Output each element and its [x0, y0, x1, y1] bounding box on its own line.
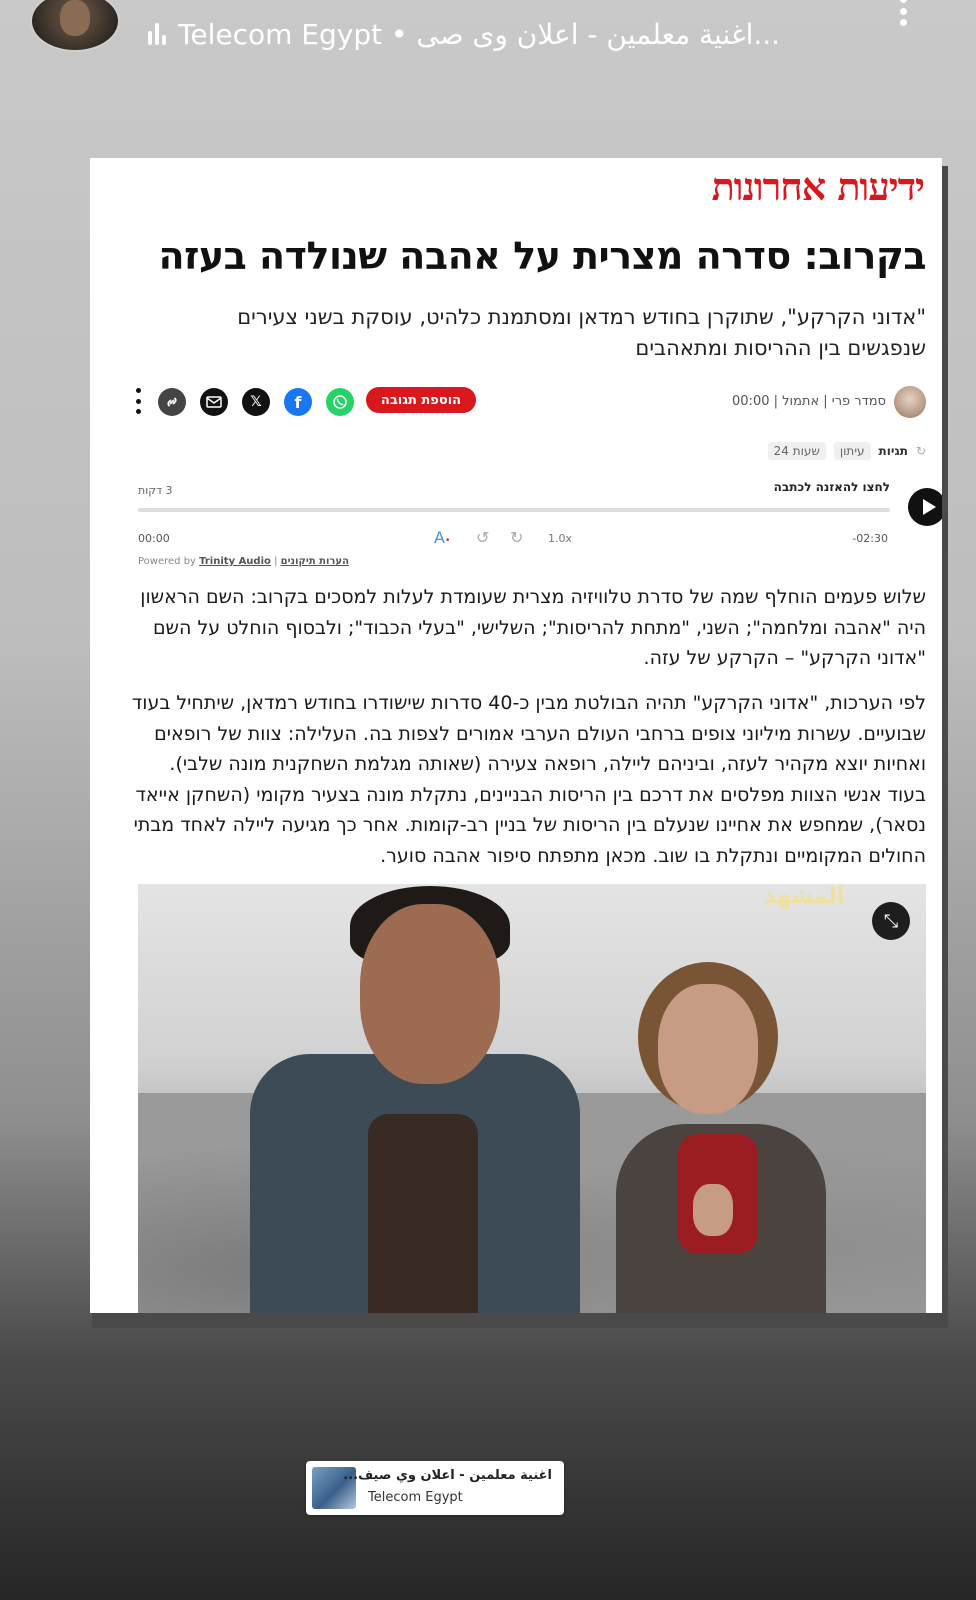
listen-label: לחצו להאזנה לכתבה	[773, 480, 890, 494]
more-dots-icon[interactable]	[896, 0, 910, 26]
audio-player: לחצו להאזנה לכתבה 3 דקות 00:00 -02:30 A•…	[138, 478, 942, 568]
channel-logo: المشهد	[764, 884, 845, 909]
article-card: ידיעות אחרונות בקרוב: סדרה מצרית על אהבה…	[90, 158, 942, 1313]
audio-current-time: 00:00	[138, 532, 170, 545]
forward-icon[interactable]: ↻	[510, 528, 523, 547]
audio-remaining-time: -02:30	[852, 532, 888, 545]
sticker-title: اغنية معلمين - اعلان وي صيف...	[343, 1468, 552, 1483]
rewind-icon[interactable]: ↺	[476, 528, 489, 547]
music-track: ...اغنية معلمين - اعلان وى صى	[416, 17, 781, 51]
expand-icon[interactable]: ⤡	[872, 902, 910, 940]
article-paragraph: לפי הערכות, "אדוני הקרקע" תהיה הבולטת מב…	[131, 692, 926, 867]
profile-avatar[interactable]	[30, 0, 120, 52]
story-header: Telecom Egypt • ...اغنية معلمين - اعلان …	[0, 0, 976, 70]
article-time: 00:00	[732, 394, 770, 409]
speed-button[interactable]: 1.0x	[548, 532, 572, 545]
link-icon[interactable]	[158, 388, 186, 416]
article-date: אתמול	[782, 394, 820, 409]
music-bars-icon	[148, 23, 166, 45]
x-icon[interactable]: 𝕏	[242, 388, 270, 416]
tags-label: תגיות	[878, 444, 908, 458]
share-more-icon[interactable]	[136, 388, 142, 414]
refresh-icon: ↻	[915, 444, 926, 458]
article-headline: בקרוב: סדרה מצרית על אהבה שנולדה בעזה	[158, 234, 927, 278]
audio-progress-bar[interactable]	[138, 508, 890, 512]
author-avatar	[894, 386, 926, 418]
meta-row: סמדר פרי | אתמול | 00:00 הוספת תגובה 𝕏 f	[90, 384, 942, 420]
music-separator: •	[382, 17, 417, 51]
play-icon[interactable]	[908, 488, 942, 526]
sticker-artist: Telecom Egypt	[368, 1490, 463, 1505]
share-icons: 𝕏 f	[158, 384, 368, 420]
powered-brand[interactable]: Trinity Audio	[199, 556, 271, 567]
music-artist: Telecom Egypt	[178, 17, 383, 51]
email-icon[interactable]	[200, 388, 228, 416]
read-time: 3 דקות	[138, 484, 173, 497]
music-sticker[interactable]: اغنية معلمين - اعلان وي صيف... Telecom E…	[306, 1461, 564, 1515]
add-response-button[interactable]: הוספת תגובה	[366, 387, 476, 413]
publication-logo: ידיעות אחרונות	[711, 164, 925, 209]
author-meta: סמדר פרי | אתמול | 00:00	[732, 394, 886, 409]
facebook-icon[interactable]: f	[284, 388, 312, 416]
corrections-link[interactable]: הערות תיקונים	[281, 556, 349, 567]
whatsapp-icon[interactable]	[326, 388, 354, 416]
article-photo: المشهد ⤡	[138, 884, 926, 1313]
tag[interactable]: עיתון	[833, 442, 871, 460]
tags-row: ↻ תגיות עיתון 24 שעות	[767, 442, 926, 460]
music-attribution[interactable]: Telecom Egypt • ...اغنية معلمين - اعلان …	[148, 14, 780, 54]
powered-prefix: Powered by	[138, 556, 196, 567]
powered-by: Powered by Trinity Audio | הערות תיקונים	[138, 556, 349, 567]
translate-icon[interactable]: A•	[434, 528, 450, 547]
tag[interactable]: 24 שעות	[767, 442, 826, 460]
article-subhead: "אדוני הקרקע", שתוקרן בחודש רמדאן ומסתמנ…	[237, 305, 926, 360]
article-paragraph: שלוש פעמים הוחלף שמה של סדרת טלוויזיה מצ…	[140, 586, 926, 669]
author-name[interactable]: סמדר פרי	[832, 394, 886, 409]
